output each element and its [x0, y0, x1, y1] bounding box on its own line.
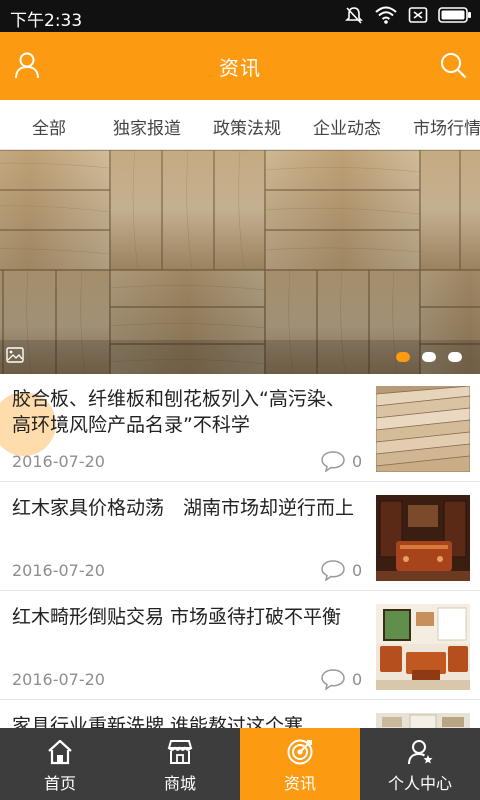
user-star-icon: [408, 740, 433, 765]
app-header: 资讯: [0, 32, 480, 100]
carousel-dots: [396, 352, 462, 362]
status-bar: 下午2:33: [0, 0, 480, 32]
news-title: 胶合板、纤维板和刨花板列入“高污染、高环境风险产品名录”不科学: [12, 388, 345, 436]
comment-icon: [321, 451, 345, 472]
search-icon[interactable]: [438, 50, 468, 80]
news-list: 胶合板、纤维板和刨花板列入“高污染、高环境风险产品名录”不科学 2016-07-…: [0, 374, 480, 728]
tabbar-item-news[interactable]: 资讯: [240, 728, 360, 800]
bottom-tab-bar: 首页 商城 资讯 个人中心: [0, 728, 480, 800]
tab-all[interactable]: 全部: [32, 114, 66, 139]
carousel-dot-active[interactable]: [396, 352, 410, 362]
target-icon: [287, 739, 313, 765]
shop-icon: [167, 740, 193, 764]
news-date: 2016-07-20: [12, 452, 105, 471]
comment-count: 0: [352, 561, 363, 580]
wifi-icon: [375, 6, 397, 24]
news-thumbnail: [376, 604, 470, 690]
tab-exclusive[interactable]: 独家报道: [113, 114, 181, 139]
tabbar-label: 资讯: [283, 774, 316, 793]
comment-icon: [321, 560, 345, 581]
carousel-dot[interactable]: [448, 352, 462, 362]
news-title: 红木家具价格动荡 湖南市场却逆行而上: [12, 497, 355, 519]
news-item[interactable]: 家具行业重新洗牌 谁能熬过这个寒: [0, 701, 480, 728]
comment-count: 0: [352, 670, 363, 689]
news-title: 家具行业重新洗牌 谁能熬过这个寒: [12, 715, 304, 728]
mute-icon: [345, 7, 363, 24]
sim-icon: [408, 7, 428, 23]
tabbar-label: 首页: [43, 774, 76, 793]
news-item[interactable]: 红木畸形倒贴交易 市场亟待打破不平衡 2016-07-20 0: [0, 592, 480, 700]
news-thumbnail: [376, 495, 470, 581]
carousel-dot[interactable]: [422, 352, 436, 362]
tabbar-item-shop[interactable]: 商城: [120, 728, 240, 800]
status-icons: [344, 5, 472, 25]
battery-icon: [438, 7, 471, 23]
news-item[interactable]: 胶合板、纤维板和刨花板列入“高污染、高环境风险产品名录”不科学 2016-07-…: [0, 374, 480, 482]
news-date: 2016-07-20: [12, 561, 105, 580]
tabbar-label: 商城: [163, 774, 196, 793]
tabbar-item-home[interactable]: 首页: [0, 728, 120, 800]
tab-market[interactable]: 市场行情: [413, 114, 480, 139]
category-tabs: 全部 独家报道 政策法规 企业动态 市场行情: [0, 100, 480, 150]
tab-policy[interactable]: 政策法规: [213, 114, 281, 139]
news-thumbnail: [376, 713, 470, 728]
tabbar-item-profile[interactable]: 个人中心: [360, 728, 480, 800]
news-date: 2016-07-20: [12, 670, 105, 689]
tabbar-label: 个人中心: [387, 774, 452, 793]
home-icon: [48, 739, 72, 765]
comment-icon: [321, 669, 345, 690]
news-title: 红木畸形倒贴交易 市场亟待打破不平衡: [12, 606, 342, 628]
banner-image: [0, 150, 480, 374]
tab-company-news[interactable]: 企业动态: [313, 114, 381, 139]
banner-carousel[interactable]: [0, 150, 480, 374]
image-icon: [6, 347, 24, 363]
page-title: 资讯: [219, 56, 261, 80]
news-thumbnail: [376, 386, 470, 472]
comment-count: 0: [352, 452, 363, 471]
status-time: 下午2:33: [10, 11, 83, 31]
news-item[interactable]: 红木家具价格动荡 湖南市场却逆行而上 2016-07-20 0: [0, 483, 480, 591]
